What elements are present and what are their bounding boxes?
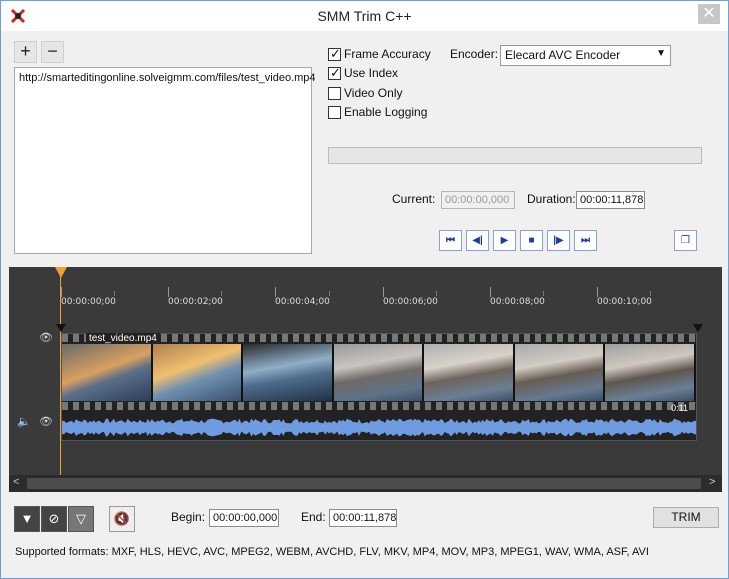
file-list[interactable]: http://smarteditingonline.solveigmm.com/…: [14, 67, 316, 254]
video-track-clip[interactable]: test_video.mp4 0:11: [61, 333, 697, 441]
video-only-checkbox[interactable]: Video Only: [328, 85, 402, 101]
end-time-field[interactable]: 00:00:11,878: [329, 509, 397, 527]
current-label: Current:: [392, 192, 436, 206]
ruler-label: 00:00:06;00: [383, 297, 438, 307]
end-marker[interactable]: [693, 324, 703, 332]
detach-preview-button[interactable]: ❐: [674, 230, 697, 251]
thumbnail: [514, 344, 606, 401]
ruler-tick: [650, 291, 651, 296]
checkbox-label: Use Index: [344, 66, 399, 80]
ruler-label: 00:00:00;00: [61, 297, 116, 307]
thumbnail: [424, 344, 515, 401]
checkbox-label: Enable Logging: [344, 105, 428, 119]
audio-visibility-eye-icon[interactable]: 👁: [39, 415, 53, 428]
scroll-right-icon[interactable]: >: [709, 476, 715, 488]
frame-accuracy-checkbox[interactable]: Frame Accuracy: [328, 46, 431, 62]
stop-button[interactable]: ■: [520, 230, 543, 251]
ruler-label: 00:00:02;00: [168, 297, 223, 307]
mute-icon[interactable]: 🔇: [109, 506, 135, 532]
playhead-handle[interactable]: [55, 267, 67, 278]
progress-bar: [328, 147, 702, 164]
encoder-selected-value: Elecard AVC Encoder: [505, 48, 621, 62]
end-label: End:: [301, 510, 326, 524]
clip-name: test_video.mp4: [86, 333, 160, 344]
ruler-tick: [436, 291, 437, 296]
app-window: SMM Trim C++ ✕ + − http://smarteditingon…: [0, 0, 729, 579]
window-title: SMM Trim C++: [317, 8, 412, 24]
next-frame-button[interactable]: |▶: [547, 230, 570, 251]
time-ruler[interactable]: 00:00:00;00 00:00:02;00 00:00:04;00 00:0…: [29, 285, 722, 315]
ruler-tick: [61, 287, 62, 297]
stop-icon: ■: [528, 235, 535, 246]
ruler-tick: [329, 291, 330, 296]
scroll-left-icon[interactable]: <: [13, 476, 19, 488]
step-back-icon: ◀|: [472, 235, 483, 246]
timeline-panel[interactable]: 00:00:00;00 00:00:02;00 00:00:04;00 00:0…: [9, 267, 722, 492]
go-to-start-button[interactable]: ⏮: [439, 230, 462, 251]
supported-formats-text: Supported formats: MXF, HLS, HEVC, AVC, …: [15, 546, 649, 558]
trim-button[interactable]: TRIM: [653, 507, 719, 528]
checkbox-label: Video Only: [344, 86, 403, 100]
filter-selected-icon[interactable]: ▽: [68, 506, 94, 532]
go-to-end-button[interactable]: ⏭: [574, 230, 597, 251]
video-visibility-eye-icon[interactable]: 👁: [39, 331, 53, 344]
duration-field: 00:00:11,878: [576, 191, 645, 209]
ruler-tick: [490, 287, 491, 297]
encoder-select[interactable]: Elecard AVC Encoder ▼: [500, 45, 671, 66]
ruler-tick: [114, 291, 115, 296]
encoder-label: Encoder:: [450, 47, 499, 61]
filter-off-icon[interactable]: ⊘: [41, 506, 67, 532]
title-bar: SMM Trim C++ ✕: [1, 1, 728, 31]
begin-marker[interactable]: [56, 324, 66, 332]
checkbox-box[interactable]: [328, 46, 341, 62]
chevron-down-icon: ▼: [656, 48, 666, 59]
skip-forward-icon: ⏭: [581, 235, 590, 246]
ruler-tick: [221, 291, 222, 296]
use-index-checkbox[interactable]: Use Index: [328, 65, 398, 81]
speaker-icon[interactable]: 🔈: [17, 415, 31, 428]
ruler-tick: [597, 287, 598, 297]
audio-waveform: [62, 415, 696, 440]
ruler-tick: [543, 291, 544, 296]
skip-back-icon: ⏮: [446, 235, 455, 246]
timeline-scrollbar[interactable]: < >: [9, 475, 722, 492]
ruler-label: 00:00:10;00: [597, 297, 652, 307]
begin-time-field[interactable]: 00:00:00,000: [209, 509, 279, 527]
add-file-button[interactable]: +: [14, 41, 37, 63]
checkbox-box[interactable]: [328, 65, 341, 81]
remove-file-button[interactable]: −: [41, 41, 64, 63]
begin-label: Begin:: [171, 510, 206, 524]
thumbnail: [605, 344, 697, 401]
checkbox-box[interactable]: [328, 105, 341, 119]
checkbox-label: Frame Accuracy: [344, 47, 431, 61]
thumbnail: [152, 344, 244, 401]
clip-duration: 0:11: [671, 403, 688, 413]
film-sprockets-bottom: [62, 402, 696, 410]
enable-logging-checkbox[interactable]: Enable Logging: [328, 104, 427, 120]
thumbnail: [62, 344, 153, 401]
scroll-thumb[interactable]: [27, 478, 701, 489]
thumbnail-strip: [62, 344, 697, 401]
ruler-tick: [168, 287, 169, 297]
list-item[interactable]: http://smarteditingonline.solveigmm.com/…: [19, 72, 316, 84]
ruler-label: 00:00:04;00: [275, 297, 330, 307]
filter-icon[interactable]: ▼: [14, 506, 40, 532]
ruler-label: 00:00:08;00: [490, 297, 545, 307]
thumbnail: [333, 344, 425, 401]
thumbnail: [243, 344, 334, 401]
checkbox-box[interactable]: [328, 86, 341, 100]
current-time-field: 00:00:00,000: [441, 191, 515, 209]
duration-label: Duration:: [527, 192, 576, 206]
ruler-tick: [383, 287, 384, 297]
play-button[interactable]: ▶: [493, 230, 516, 251]
play-icon: ▶: [500, 235, 509, 246]
window-restore-icon: ❐: [681, 235, 690, 246]
previous-frame-button[interactable]: ◀|: [466, 230, 489, 251]
close-icon[interactable]: ✕: [698, 4, 720, 24]
ruler-tick: [275, 287, 276, 297]
step-forward-icon: |▶: [553, 235, 564, 246]
